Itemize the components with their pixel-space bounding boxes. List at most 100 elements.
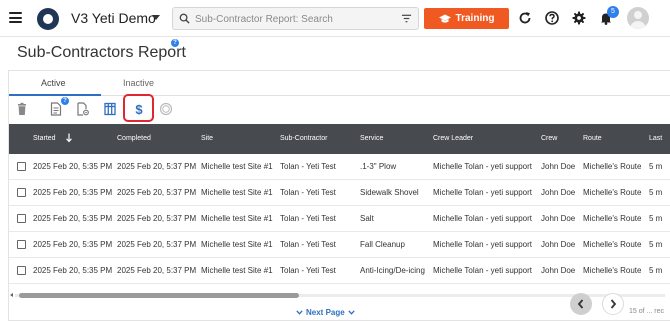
row-checkbox[interactable]	[17, 162, 26, 171]
column-header-crew[interactable]: Crew	[541, 135, 557, 142]
cell-site: Michelle test Site #1	[201, 188, 273, 197]
columns-icon[interactable]	[103, 102, 117, 116]
scroll-right-button[interactable]	[602, 293, 624, 315]
notification-badge: 5	[607, 6, 619, 18]
cell-last: 5 m	[649, 214, 663, 223]
next-page-button[interactable]: Next Page	[296, 308, 355, 317]
cell-route: Michelle's Route	[583, 188, 642, 197]
cell-started: 2025 Feb 20, 5:35 PM	[33, 266, 113, 275]
refresh-icon[interactable]	[518, 11, 532, 25]
dollar-icon[interactable]: $	[132, 102, 146, 116]
cell-route: Michelle's Route	[583, 266, 642, 275]
column-header-started[interactable]: Started	[33, 135, 56, 142]
page-title: Sub-Contractors Report	[17, 44, 186, 61]
chevron-left-icon	[577, 299, 584, 309]
toolbar: ? $	[9, 94, 670, 123]
chevron-down-icon	[348, 310, 355, 315]
column-header-service[interactable]: Service	[360, 135, 383, 142]
cell-crew-leader: Michelle Tolan - yeti support	[433, 188, 533, 197]
training-label: Training	[455, 13, 495, 24]
cell-completed: 2025 Feb 20, 5:37 PM	[117, 188, 197, 197]
cell-crew: John Doe	[541, 162, 576, 171]
scrollbar-thumb[interactable]	[19, 293, 299, 298]
cell-started: 2025 Feb 20, 5:35 PM	[33, 214, 113, 223]
cell-sub-contractor: Tolan - Yeti Test	[280, 188, 336, 197]
tab-active[interactable]: Active	[41, 78, 66, 88]
cell-started: 2025 Feb 20, 5:35 PM	[33, 240, 113, 249]
avatar[interactable]	[627, 7, 649, 29]
cell-route: Michelle's Route	[583, 214, 642, 223]
table-row[interactable]: 2025 Feb 20, 5:35 PM 2025 Feb 20, 5:37 P…	[9, 154, 670, 180]
cell-last: 5 m	[649, 240, 663, 249]
cell-crew-leader: Michelle Tolan - yeti support	[433, 266, 533, 275]
cell-site: Michelle test Site #1	[201, 214, 273, 223]
gear-icon[interactable]	[572, 11, 586, 25]
cell-site: Michelle test Site #1	[201, 266, 273, 275]
report-card: Active Inactive ? $ Started Completed Si…	[8, 70, 670, 321]
cell-crew-leader: Michelle Tolan - yeti support	[433, 162, 533, 171]
cell-last: 5 m	[649, 162, 663, 171]
delete-icon[interactable]	[15, 102, 29, 116]
column-header-last[interactable]: Last	[649, 135, 662, 142]
cell-completed: 2025 Feb 20, 5:37 PM	[117, 240, 197, 249]
table-row[interactable]: 2025 Feb 20, 5:35 PM 2025 Feb 20, 5:37 P…	[9, 258, 670, 284]
chevron-down-icon[interactable]	[152, 15, 160, 20]
tab-inactive[interactable]: Inactive	[123, 78, 154, 88]
cell-completed: 2025 Feb 20, 5:37 PM	[117, 162, 197, 171]
graduation-cap-icon	[438, 14, 451, 23]
column-header-completed[interactable]: Completed	[117, 135, 151, 142]
cell-started: 2025 Feb 20, 5:35 PM	[33, 188, 113, 197]
report-icon[interactable]	[49, 102, 63, 116]
filter-icon[interactable]	[401, 13, 412, 24]
app-title[interactable]: V3 Yeti Demo	[71, 10, 156, 26]
cell-service: .1-3" Plow	[360, 162, 397, 171]
scroll-left-button[interactable]	[570, 293, 592, 315]
report-settings-icon[interactable]	[76, 102, 90, 116]
column-header-route[interactable]: Route	[583, 135, 602, 142]
scroll-left-arrow-icon[interactable]	[10, 293, 13, 297]
column-header-site[interactable]: Site	[201, 135, 213, 142]
row-checkbox[interactable]	[17, 214, 26, 223]
menu-icon[interactable]	[9, 12, 22, 23]
currency-icon[interactable]	[159, 102, 173, 116]
chevron-down-icon	[296, 310, 303, 315]
svg-text:$: $	[135, 102, 143, 116]
cell-service: Salt	[360, 214, 374, 223]
cell-crew: John Doe	[541, 188, 576, 197]
next-page-label: Next Page	[306, 308, 345, 317]
row-checkbox[interactable]	[17, 240, 26, 249]
cell-crew: John Doe	[541, 266, 576, 275]
cell-site: Michelle test Site #1	[201, 240, 273, 249]
column-header-crew-leader[interactable]: Crew Leader	[433, 135, 473, 142]
app-logo[interactable]	[37, 8, 59, 30]
cell-service: Sidewalk Shovel	[360, 188, 419, 197]
row-checkbox[interactable]	[17, 188, 26, 197]
top-bar: V3 Yeti Demo Training	[0, 0, 670, 37]
table-row[interactable]: 2025 Feb 20, 5:35 PM 2025 Feb 20, 5:37 P…	[9, 232, 670, 258]
sort-arrow-down-icon[interactable]	[66, 133, 72, 143]
table-row[interactable]: 2025 Feb 20, 5:35 PM 2025 Feb 20, 5:37 P…	[9, 180, 670, 206]
chevron-right-icon	[610, 299, 617, 309]
row-checkbox[interactable]	[17, 266, 26, 275]
cell-sub-contractor: Tolan - Yeti Test	[280, 240, 336, 249]
search-input[interactable]	[195, 11, 390, 27]
cell-completed: 2025 Feb 20, 5:37 PM	[117, 214, 197, 223]
active-tab-indicator	[9, 94, 101, 96]
cell-service: Fall Cleanup	[360, 240, 405, 249]
cell-completed: 2025 Feb 20, 5:37 PM	[117, 266, 197, 275]
column-header-sub-contractor[interactable]: Sub-Contractor	[280, 135, 327, 142]
table-row[interactable]: 2025 Feb 20, 5:35 PM 2025 Feb 20, 5:37 P…	[9, 206, 670, 232]
cell-sub-contractor: Tolan - Yeti Test	[280, 214, 336, 223]
help-icon[interactable]	[545, 11, 559, 25]
records-count: 15 of ... rec	[629, 308, 665, 315]
cell-last: 5 m	[649, 188, 663, 197]
page-help-badge[interactable]: ?	[171, 39, 179, 47]
cell-service: Anti-Icing/De-icing	[360, 266, 425, 275]
report-help-badge[interactable]: ?	[61, 97, 69, 105]
cell-crew: John Doe	[541, 214, 576, 223]
search-bar	[172, 7, 419, 30]
cell-started: 2025 Feb 20, 5:35 PM	[33, 162, 113, 171]
training-button[interactable]: Training	[424, 8, 509, 29]
tab-bar: Active Inactive	[9, 71, 670, 96]
cell-crew: John Doe	[541, 240, 576, 249]
